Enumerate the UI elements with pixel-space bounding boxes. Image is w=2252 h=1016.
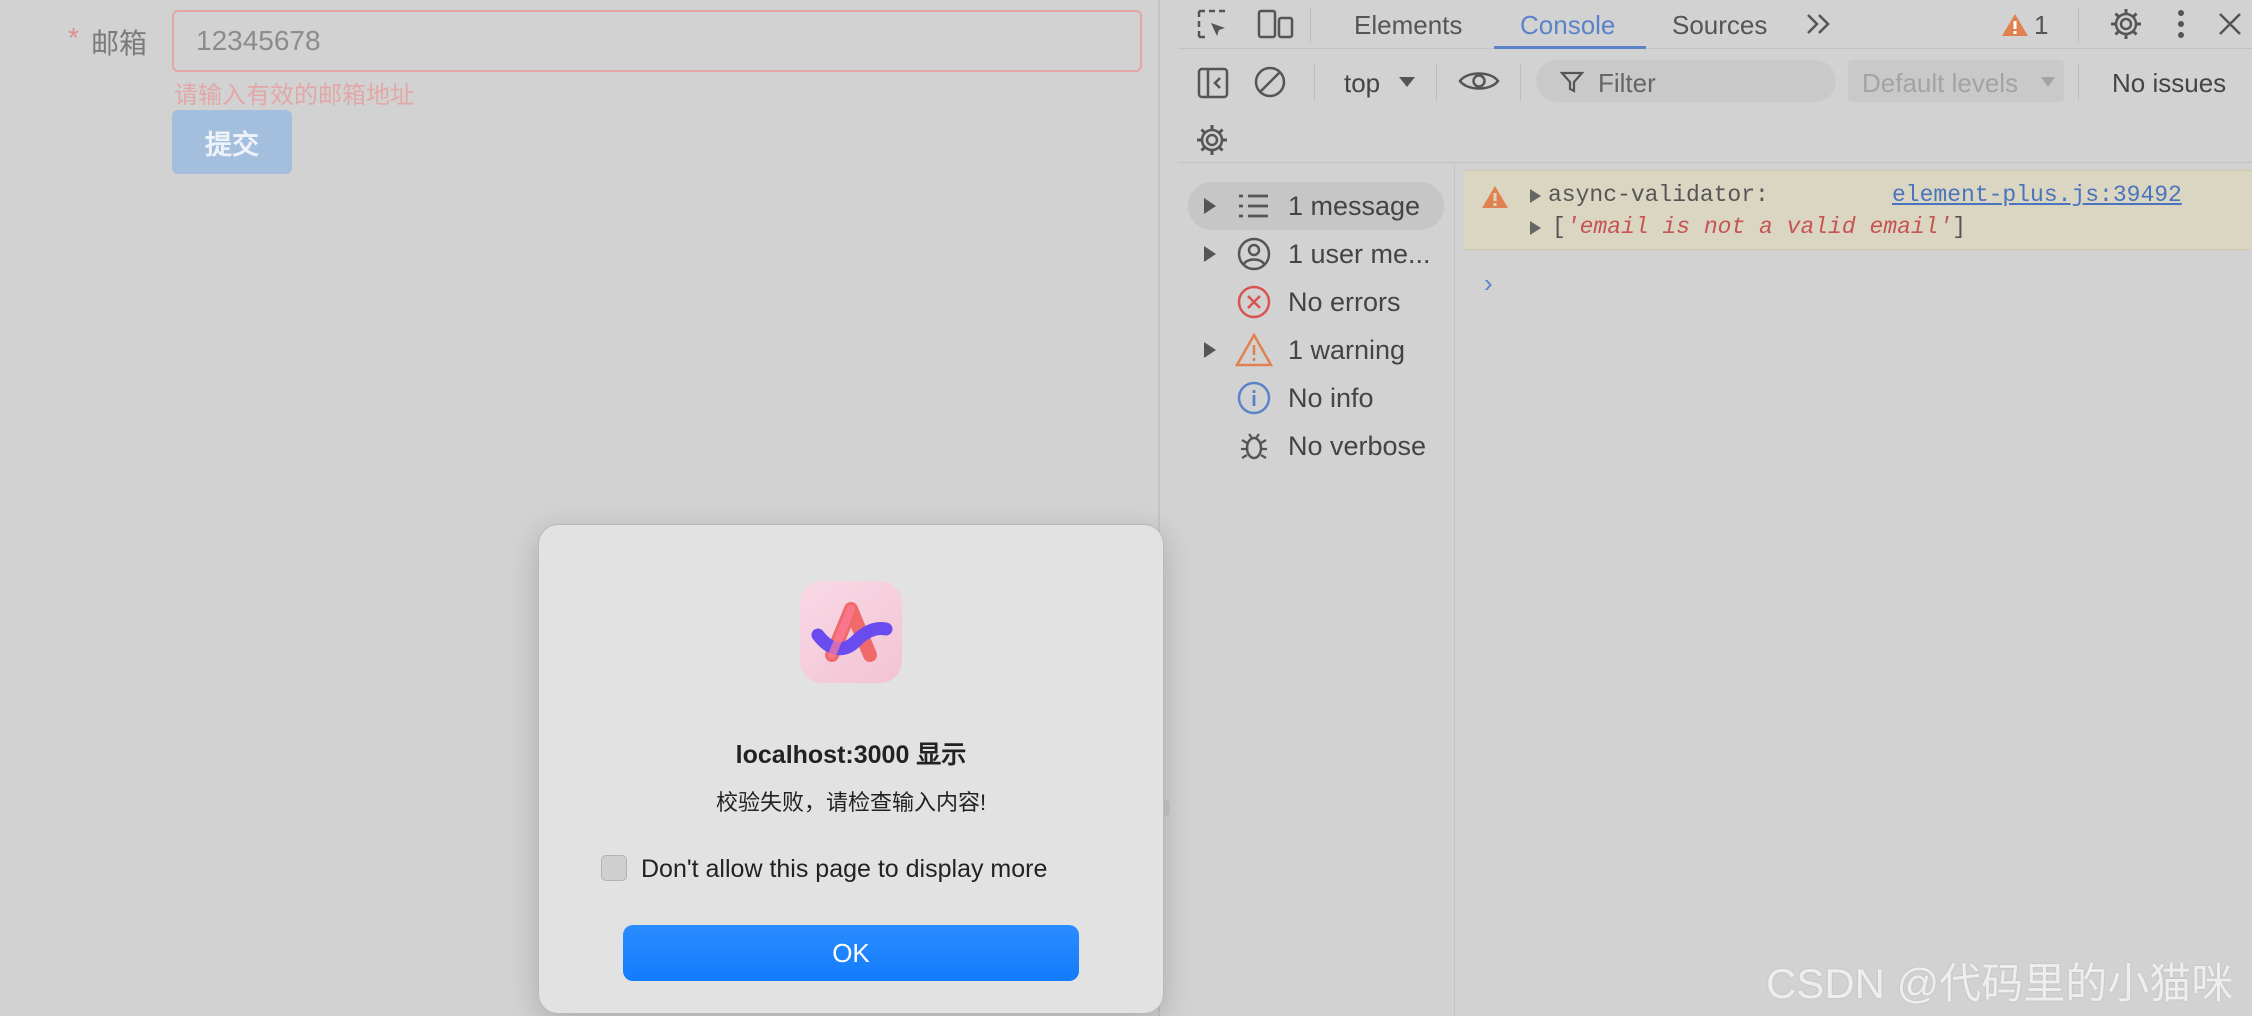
expand-arrow-icon[interactable]	[1204, 246, 1216, 262]
ok-button[interactable]: OK	[623, 925, 1079, 981]
devtools-panel: Elements Console Sources 1 top Filter De…	[1178, 0, 2252, 1016]
sidebar-item-verbose[interactable]: No verbose	[1178, 422, 1454, 470]
live-expression-eye-icon[interactable]	[1458, 68, 1500, 94]
list-icon	[1239, 194, 1268, 218]
sidebar-item-label: 1 warning	[1288, 335, 1406, 365]
email-label: 邮箱	[91, 28, 148, 59]
more-options-icon[interactable]	[2174, 8, 2188, 40]
filter-placeholder: Filter	[1598, 68, 1656, 98]
email-error-message: 请输入有效的邮箱地址	[174, 82, 414, 109]
warning-source: async-validator:	[1548, 182, 1769, 208]
clear-console-icon[interactable]	[1252, 64, 1288, 100]
filter-icon	[1560, 71, 1584, 93]
email-field[interactable]	[172, 10, 1142, 72]
bug-icon	[1241, 433, 1267, 460]
console-toolbar-row	[1178, 118, 2252, 163]
arc-logo-icon	[811, 602, 893, 662]
user-icon	[1237, 237, 1271, 271]
toolbar-separator	[1436, 64, 1437, 100]
sidebar-item-label: No errors	[1288, 287, 1401, 317]
inspect-element-icon[interactable]	[1196, 8, 1230, 42]
settings-gear-icon[interactable]	[2108, 6, 2144, 42]
dialog-message: 校验失败，请检查输入内容!	[715, 790, 987, 815]
toolbar-separator	[2078, 64, 2079, 100]
browser-app-icon	[800, 581, 902, 683]
bracket-open: [	[1552, 214, 1566, 240]
submit-button[interactable]: 提交	[172, 110, 292, 174]
console-sidebar: 1 message 1 user me... No errors 1 warni…	[1178, 164, 1455, 1016]
required-mark: *	[68, 22, 79, 53]
alert-dialog: localhost:3000 显示 校验失败，请检查输入内容! Don't al…	[538, 524, 1164, 1014]
warning-detail-value: 'email is not a valid email'	[1565, 214, 1953, 240]
expand-arrow-icon[interactable]	[1530, 189, 1541, 203]
tab-sources[interactable]: Sources	[1672, 10, 1767, 41]
toolbar-separator	[1310, 7, 1311, 43]
more-tabs-icon[interactable]	[1804, 12, 1834, 36]
device-toolbar-icon[interactable]	[1256, 8, 1296, 42]
sidebar-item-warnings[interactable]: 1 warning	[1178, 326, 1454, 374]
warning-icon	[1234, 332, 1274, 367]
suppress-dialogs-checkbox[interactable]	[601, 855, 627, 881]
sidebar-item-user-messages[interactable]: 1 user me...	[1178, 230, 1454, 278]
warning-icon	[1482, 186, 1508, 208]
source-link[interactable]: element-plus.js:39492	[1892, 182, 2182, 208]
context-selector[interactable]: top	[1344, 68, 1380, 99]
issues-status[interactable]: No issues	[2112, 68, 2226, 99]
active-tab-indicator	[1494, 46, 1646, 49]
sidebar-item-label: 1 message	[1288, 191, 1421, 221]
suppress-dialogs-label[interactable]: Don't allow this page to display more	[641, 855, 1047, 884]
sidebar-item-info[interactable]: No info	[1178, 374, 1454, 422]
watermark: CSDN @代码里的小猫咪	[1766, 960, 2234, 1007]
sidebar-item-label: No info	[1288, 383, 1374, 413]
sidebar-item-label: 1 user me...	[1288, 239, 1431, 269]
chevron-down-icon	[2041, 77, 2055, 87]
info-icon	[1237, 381, 1271, 415]
sidebar-item-label: No verbose	[1288, 431, 1427, 461]
toolbar-separator	[2078, 7, 2079, 43]
toolbar-separator	[1314, 64, 1315, 100]
log-levels-label: Default levels	[1862, 68, 2019, 98]
expand-arrow-icon[interactable]	[1204, 342, 1216, 358]
error-icon	[1237, 285, 1271, 319]
sidebar-item-errors[interactable]: No errors	[1178, 278, 1454, 326]
bracket-close: ]	[1952, 214, 1967, 240]
expand-arrow-icon[interactable]	[1530, 221, 1541, 235]
warning-icon[interactable]	[2000, 12, 2030, 38]
dialog-title: localhost:3000 显示	[735, 741, 967, 769]
sidebar-item-messages[interactable]: 1 message	[1178, 182, 1454, 230]
chevron-down-icon	[1399, 77, 1415, 87]
sidebar-toggle-icon[interactable]	[1196, 66, 1230, 100]
issue-count[interactable]: 1	[2034, 10, 2048, 41]
console-prompt[interactable]: ›	[1484, 268, 1493, 299]
devtools-tab-bar: Elements Console Sources 1	[1178, 0, 2252, 49]
expand-arrow-icon[interactable]	[1204, 198, 1216, 214]
tab-elements[interactable]: Elements	[1354, 10, 1462, 41]
toolbar-separator	[1520, 64, 1521, 100]
warning-detail[interactable]: ['email is not a valid email']	[1552, 214, 1966, 240]
close-devtools-icon[interactable]	[2216, 10, 2244, 38]
tab-console[interactable]: Console	[1520, 10, 1615, 41]
